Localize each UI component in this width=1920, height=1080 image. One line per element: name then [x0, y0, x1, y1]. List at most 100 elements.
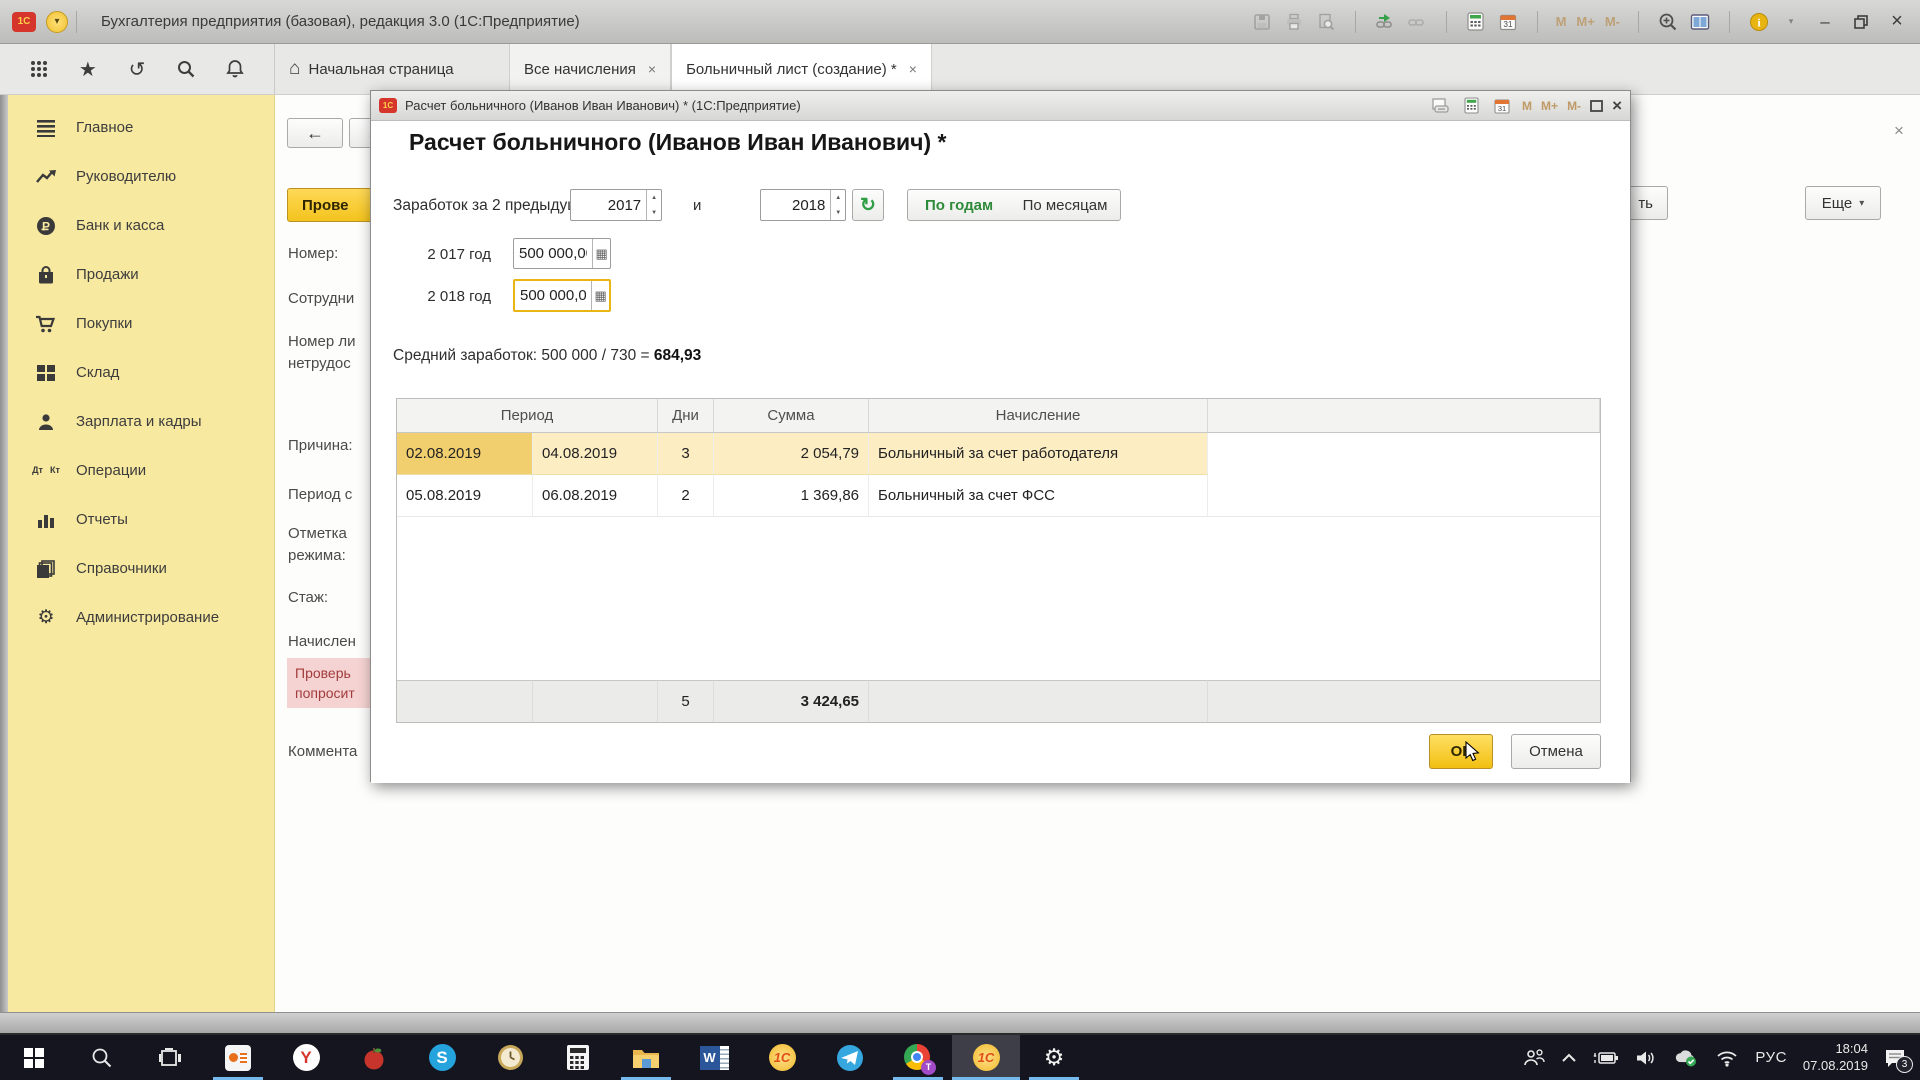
taskbar-app-chrome[interactable]: T: [884, 1035, 952, 1080]
table-cell[interactable]: [1208, 433, 1600, 475]
close-button[interactable]: ×: [1612, 96, 1622, 116]
taskbar-app-recorder[interactable]: [204, 1035, 272, 1080]
col-header-accrual[interactable]: Начисление: [869, 399, 1208, 433]
by-years-button[interactable]: По годам: [907, 189, 1011, 221]
clock[interactable]: 18:04 07.08.2019: [1803, 1041, 1868, 1075]
sidebar-item-reports[interactable]: Отчеты: [8, 495, 274, 544]
col-header-days[interactable]: Дни: [658, 399, 714, 433]
refresh-button[interactable]: ↻: [852, 189, 884, 221]
taskbar-app-yandex[interactable]: Y: [272, 1035, 340, 1080]
earnings-2017-input[interactable]: [514, 239, 592, 268]
spin-up-icon[interactable]: ▲: [647, 190, 661, 205]
save-icon[interactable]: [1251, 11, 1273, 33]
sidebar-item-administration[interactable]: ⚙ Администрирование: [8, 593, 274, 642]
calculator-icon[interactable]: [1465, 11, 1487, 33]
spin-down-icon[interactable]: ▼: [831, 205, 845, 220]
earnings-2018-input[interactable]: [515, 281, 591, 310]
taskbar-search-button[interactable]: [68, 1035, 136, 1080]
col-header-period[interactable]: Период: [397, 399, 658, 433]
info-icon[interactable]: i: [1748, 11, 1770, 33]
taskbar-app-settings[interactable]: ⚙: [1020, 1035, 1088, 1080]
memory-mminus-button[interactable]: M-: [1567, 99, 1581, 113]
minimize-button[interactable]: –: [1812, 11, 1838, 33]
link-icon[interactable]: [1406, 11, 1428, 33]
split-columns-icon[interactable]: [1689, 11, 1711, 33]
print-preview-icon[interactable]: [1315, 11, 1337, 33]
favorites-star-icon[interactable]: ★: [75, 56, 101, 82]
taskbar-app-skype[interactable]: S: [408, 1035, 476, 1080]
maximize-button[interactable]: [1590, 100, 1603, 112]
calendar-icon[interactable]: 31: [1491, 95, 1513, 117]
close-tab-icon[interactable]: ×: [648, 61, 656, 77]
memory-mminus-button[interactable]: M-: [1605, 14, 1620, 29]
language-indicator[interactable]: РУС: [1755, 1049, 1787, 1066]
close-button[interactable]: ×: [1884, 11, 1910, 33]
table-cell[interactable]: Больничный за счет работодателя: [869, 433, 1208, 475]
table-cell-current[interactable]: 02.08.2019: [397, 433, 533, 475]
taskbar-app-word[interactable]: W: [680, 1035, 748, 1080]
spin-up-icon[interactable]: ▲: [831, 190, 845, 205]
year-from-spinner[interactable]: ▲ ▼: [646, 190, 661, 220]
memory-mplus-button[interactable]: M+: [1576, 14, 1594, 29]
table-cell[interactable]: 2: [658, 475, 714, 517]
close-tab-icon[interactable]: ×: [909, 61, 917, 77]
sidebar-item-purchases[interactable]: Покупки: [8, 299, 274, 348]
table-cell[interactable]: 2 054,79: [714, 433, 869, 475]
sidebar-item-main[interactable]: Главное: [8, 103, 274, 152]
calendar-icon[interactable]: 31: [1497, 11, 1519, 33]
back-button[interactable]: ←: [287, 118, 343, 148]
ok-button[interactable]: ОК: [1429, 734, 1493, 769]
taskbar-app-calculator[interactable]: [544, 1035, 612, 1080]
table-cell[interactable]: 04.08.2019: [533, 433, 658, 475]
apps-grid-icon[interactable]: [26, 56, 52, 82]
battery-icon[interactable]: [1593, 1050, 1619, 1066]
table-cell[interactable]: 05.08.2019: [397, 475, 533, 517]
tray-expand-chevron-icon[interactable]: [1561, 1052, 1577, 1064]
taskbar-app-telegram[interactable]: [816, 1035, 884, 1080]
table-cell[interactable]: Больничный за счет ФСС: [869, 475, 1208, 517]
print-icon[interactable]: [1283, 11, 1305, 33]
taskbar-app-1c[interactable]: 1С: [748, 1035, 816, 1080]
sidebar-item-directories[interactable]: Справочники: [8, 544, 274, 593]
table-cell[interactable]: [1208, 475, 1600, 517]
table-cell[interactable]: 3: [658, 433, 714, 475]
by-months-button[interactable]: По месяцам: [1010, 189, 1121, 221]
memory-m-button[interactable]: M: [1522, 99, 1532, 113]
table-cell[interactable]: 1 369,86: [714, 475, 869, 517]
sidebar-item-warehouse[interactable]: Склад: [8, 348, 274, 397]
people-icon[interactable]: [1523, 1049, 1545, 1067]
task-view-button[interactable]: [136, 1035, 204, 1080]
wifi-icon[interactable]: [1715, 1049, 1739, 1067]
memory-mplus-button[interactable]: M+: [1541, 99, 1558, 113]
table-cell[interactable]: 06.08.2019: [533, 475, 658, 517]
sidebar-item-sales[interactable]: Продажи: [8, 250, 274, 299]
cancel-button[interactable]: Отмена: [1511, 734, 1601, 769]
sidebar-item-operations[interactable]: Дт Кт Операции: [8, 446, 274, 495]
taskbar-app-clock[interactable]: [476, 1035, 544, 1080]
spin-down-icon[interactable]: ▼: [647, 205, 661, 220]
post-and-close-button[interactable]: Прове: [287, 188, 383, 222]
calculator-pad-icon[interactable]: ▦: [591, 281, 609, 310]
onedrive-synced-icon[interactable]: [1673, 1049, 1699, 1067]
volume-icon[interactable]: [1635, 1049, 1657, 1067]
go-to-link-icon[interactable]: [1374, 11, 1396, 33]
tab-sick-leave[interactable]: Больничный лист (создание) * ×: [671, 44, 932, 94]
year-from-input[interactable]: [571, 190, 646, 220]
zoom-icon[interactable]: [1657, 11, 1679, 33]
year-to-spinner[interactable]: ▲ ▼: [830, 190, 845, 220]
dialog-titlebar[interactable]: 1С Расчет больничного (Иванов Иван Ивано…: [371, 91, 1630, 121]
sidebar-item-salary[interactable]: Зарплата и кадры: [8, 397, 274, 446]
calculator-pad-icon[interactable]: ▦: [592, 239, 610, 268]
chevron-down-icon[interactable]: ▾: [1780, 11, 1802, 33]
sidebar-item-manager[interactable]: Руководителю: [8, 152, 274, 201]
taskbar-app-explorer[interactable]: [612, 1035, 680, 1080]
history-icon[interactable]: ↺: [124, 56, 150, 82]
tab-home[interactable]: ⌂ Начальная страница: [275, 44, 510, 94]
save-link-icon[interactable]: [1429, 95, 1451, 117]
notifications-button[interactable]: 3: [1884, 1048, 1906, 1068]
more-button[interactable]: Еще ▾: [1805, 186, 1881, 220]
taskbar-app-apple[interactable]: [340, 1035, 408, 1080]
taskbar-app-1c-active[interactable]: 1С: [952, 1035, 1020, 1080]
year-to-input[interactable]: [761, 190, 830, 220]
memory-m-button[interactable]: M: [1556, 14, 1567, 29]
